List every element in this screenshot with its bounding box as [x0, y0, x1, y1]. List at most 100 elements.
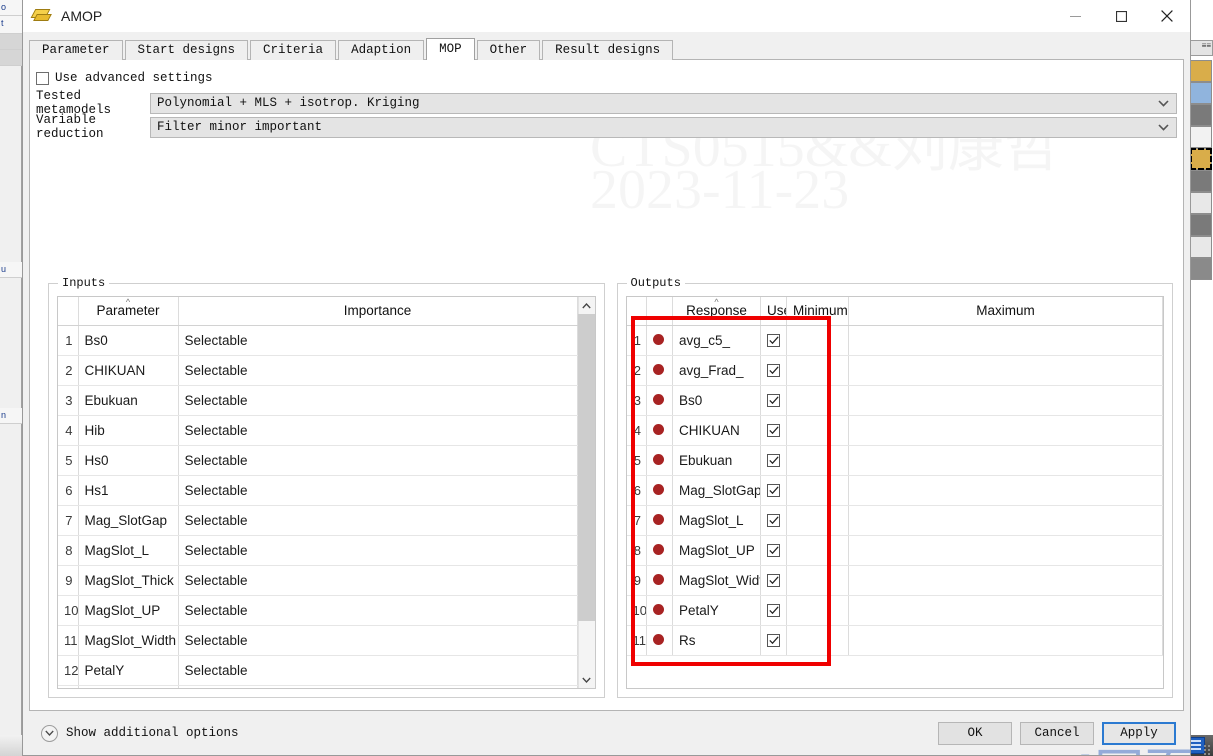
use-checkbox[interactable] [767, 483, 780, 497]
input-importance-cell[interactable]: Selectable [178, 535, 578, 566]
table-row[interactable]: 3 Ebukuan Selectable [58, 385, 578, 416]
inputs-scrollbar[interactable] [577, 297, 595, 688]
advanced-settings-checkbox[interactable] [36, 71, 49, 85]
table-row[interactable]: 6 Hs1 Selectable [58, 475, 578, 506]
input-importance-cell[interactable]: Selectable [178, 475, 578, 506]
input-importance-cell[interactable]: Selectable [178, 445, 578, 476]
table-row[interactable]: 10 MagSlot_UP Selectable [58, 595, 578, 626]
output-minimum-cell[interactable] [786, 565, 849, 596]
inputs-col-importance[interactable]: Importance [178, 297, 578, 326]
output-maximum-cell[interactable] [848, 625, 1163, 656]
outputs-col-maximum[interactable]: Maximum [848, 297, 1163, 326]
tab-mop[interactable]: MOP [426, 38, 475, 60]
input-parameter-cell[interactable]: CHIKUAN [78, 355, 179, 386]
table-row[interactable]: 8 MagSlot_L Selectable [58, 535, 578, 566]
output-response-cell[interactable]: CHIKUAN [672, 415, 761, 446]
cancel-button[interactable]: Cancel [1020, 721, 1094, 745]
input-importance-cell[interactable]: Selectable [178, 385, 578, 416]
scroll-up-icon[interactable] [578, 297, 595, 314]
table-row[interactable]: 7 Mag_SlotGap Selectable [58, 505, 578, 536]
table-row[interactable]: 12 PetalY Selectable [58, 655, 578, 686]
output-use-cell[interactable] [760, 445, 787, 476]
chevron-down-circle-icon[interactable] [41, 724, 58, 742]
output-maximum-cell[interactable] [848, 535, 1163, 566]
table-row[interactable]: 1 Bs0 Selectable [58, 325, 578, 356]
table-row[interactable]: 5 Hs0 Selectable [58, 445, 578, 476]
output-response-cell[interactable]: Rs [672, 625, 761, 656]
input-parameter-cell[interactable]: Bs0 [78, 325, 179, 356]
show-additional-options[interactable]: Show additional options [41, 724, 239, 742]
output-response-cell[interactable]: avg_c5_ [672, 325, 761, 356]
table-row[interactable]: 9 MagSlot_Width [626, 565, 1163, 596]
output-minimum-cell[interactable] [786, 595, 849, 626]
table-row[interactable]: 10 PetalY [626, 595, 1163, 626]
input-parameter-cell[interactable]: MagSlot_L [78, 535, 179, 566]
inputs-col-parameter[interactable]: ^ Parameter [78, 297, 179, 326]
input-parameter-cell[interactable]: Hs1 [78, 475, 179, 506]
output-response-cell[interactable]: avg_Frad_ [672, 355, 761, 386]
tested-metamodels-select[interactable]: Polynomial + MLS + isotrop. Kriging [150, 92, 1177, 114]
input-importance-cell[interactable]: Selectable [178, 625, 578, 656]
table-row[interactable]: 13RibSelectable [58, 685, 578, 688]
output-minimum-cell[interactable] [786, 505, 849, 536]
apply-button[interactable]: Apply [1102, 721, 1176, 745]
input-importance-cell[interactable]: Selectable [178, 415, 578, 446]
output-maximum-cell[interactable] [848, 445, 1163, 476]
table-row[interactable]: 7 MagSlot_L [626, 505, 1163, 536]
table-row[interactable]: 1 avg_c5_ [626, 325, 1163, 356]
variable-reduction-select[interactable]: Filter minor important [150, 116, 1177, 138]
table-row[interactable]: 11 MagSlot_Width Selectable [58, 625, 578, 656]
input-importance-cell[interactable]: Selectable [178, 595, 578, 626]
use-checkbox[interactable] [767, 363, 780, 377]
input-importance-cell[interactable]: Selectable [178, 685, 578, 688]
output-use-cell[interactable] [760, 565, 787, 596]
outputs-col-response[interactable]: ^ Response [672, 297, 761, 326]
output-use-cell[interactable] [760, 535, 787, 566]
tab-result-designs[interactable]: Result designs [542, 40, 674, 60]
input-parameter-cell[interactable]: MagSlot_Width [78, 625, 179, 656]
input-parameter-cell[interactable]: Rib [78, 685, 179, 688]
chevron-down-icon[interactable] [1150, 118, 1176, 137]
inputs-scroll-track[interactable] [578, 314, 595, 671]
table-row[interactable]: 11 Rs [626, 625, 1163, 656]
output-minimum-cell[interactable] [786, 475, 849, 506]
tab-other[interactable]: Other [476, 40, 541, 60]
input-importance-cell[interactable]: Selectable [178, 325, 578, 356]
output-response-cell[interactable]: Bs0 [672, 385, 761, 416]
input-parameter-cell[interactable]: PetalY [78, 655, 179, 686]
input-importance-cell[interactable]: Selectable [178, 505, 578, 536]
ok-button[interactable]: OK [938, 721, 1012, 745]
output-maximum-cell[interactable] [848, 415, 1163, 446]
output-maximum-cell[interactable] [848, 355, 1163, 386]
use-checkbox[interactable] [767, 543, 780, 557]
output-minimum-cell[interactable] [786, 415, 849, 446]
use-checkbox[interactable] [767, 603, 780, 617]
output-minimum-cell[interactable] [786, 385, 849, 416]
output-response-cell[interactable]: MagSlot_Width [672, 565, 761, 596]
output-minimum-cell[interactable] [786, 355, 849, 386]
output-minimum-cell[interactable] [786, 625, 849, 656]
scroll-down-icon[interactable] [578, 671, 595, 688]
output-use-cell[interactable] [760, 595, 787, 626]
output-response-cell[interactable]: MagSlot_L [672, 505, 761, 536]
outputs-col-minimum[interactable]: Minimum [786, 297, 849, 326]
output-minimum-cell[interactable] [786, 445, 849, 476]
input-importance-cell[interactable]: Selectable [178, 655, 578, 686]
output-response-cell[interactable]: PetalY [672, 595, 761, 626]
output-use-cell[interactable] [760, 505, 787, 536]
table-row[interactable]: 2 avg_Frad_ [626, 355, 1163, 386]
table-row[interactable]: 4 Hib Selectable [58, 415, 578, 446]
output-maximum-cell[interactable] [848, 505, 1163, 536]
tab-start-designs[interactable]: Start designs [124, 40, 249, 60]
input-parameter-cell[interactable]: Hs0 [78, 445, 179, 476]
input-parameter-cell[interactable]: MagSlot_Thick [78, 565, 179, 596]
table-row[interactable]: 5 Ebukuan [626, 445, 1163, 476]
tab-adaption[interactable]: Adaption [338, 40, 425, 60]
input-parameter-cell[interactable]: MagSlot_UP [78, 595, 179, 626]
use-checkbox[interactable] [767, 393, 780, 407]
use-checkbox[interactable] [767, 513, 780, 527]
use-checkbox[interactable] [767, 633, 780, 647]
outputs-col-use[interactable]: Use [760, 297, 787, 326]
output-maximum-cell[interactable] [848, 475, 1163, 506]
use-checkbox[interactable] [767, 423, 780, 437]
